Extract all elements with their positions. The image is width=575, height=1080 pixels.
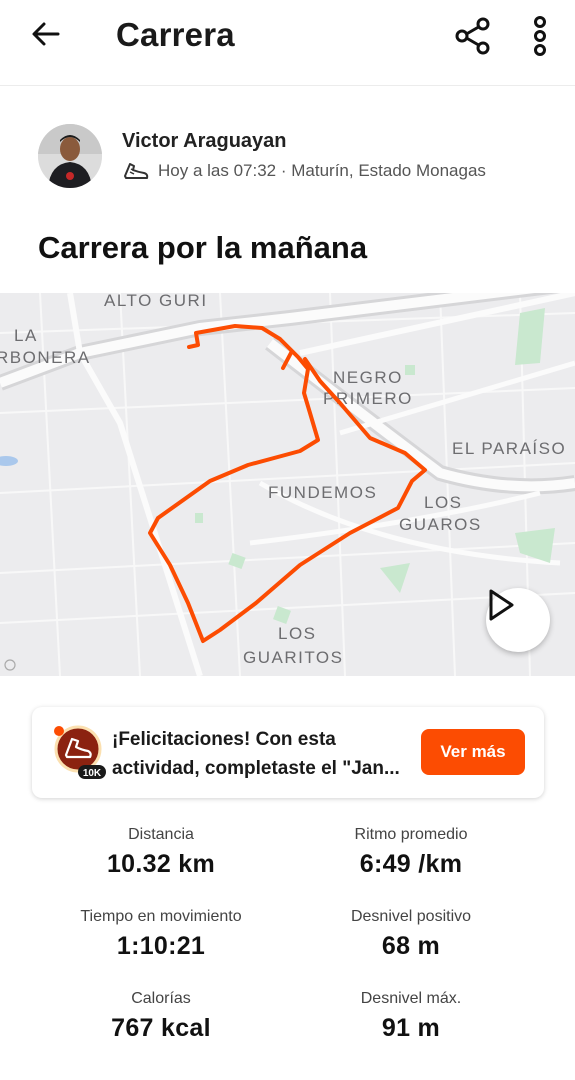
- stat-calories: Calorías 767 kcal: [21, 990, 301, 1043]
- map-label-fundemos: FUNDEMOS: [268, 483, 377, 502]
- share-icon: [455, 17, 490, 55]
- top-app-bar: Carrera: [0, 0, 575, 86]
- stat-label: Tiempo en movimiento: [80, 908, 242, 925]
- stat-label: Desnivel positivo: [350, 908, 472, 925]
- more-options-button[interactable]: [520, 12, 560, 60]
- more-vertical-icon: [534, 16, 546, 56]
- stat-value: 68 m: [381, 932, 441, 960]
- activity-title: Carrera por la mañana: [38, 230, 368, 265]
- map-label-el-paraiso: EL PARAÍSO: [452, 439, 566, 458]
- map-label-los-2: LOS: [278, 624, 317, 643]
- map-label-guaritos: GUARITOS: [243, 648, 343, 667]
- map-label-la: LA: [14, 326, 38, 345]
- arrow-left-icon: [32, 22, 60, 46]
- map-label-alto-guri: ALTO GURI: [104, 293, 208, 310]
- achievement-message: ¡Felicitaciones! Con esta actividad, com…: [112, 725, 422, 783]
- back-button[interactable]: [26, 14, 66, 54]
- play-route-button[interactable]: [486, 588, 550, 652]
- challenge-badge: 10K: [52, 723, 110, 781]
- map-label-negro: NEGRO: [333, 368, 403, 387]
- stat-elevation-gain: Desnivel positivo 68 m: [271, 908, 551, 961]
- athlete-name[interactable]: Victor Araguayan: [122, 130, 287, 153]
- map-label-carbonera: RBONERA: [0, 348, 91, 367]
- achievement-banner: 10K ¡Felicitaciones! Con esta actividad,…: [32, 707, 544, 798]
- stat-label: Ritmo promedio: [354, 826, 468, 843]
- stat-max-elevation: Desnivel máx. 91 m: [271, 990, 551, 1043]
- stat-label: Calorías: [131, 990, 191, 1007]
- stat-value: 6:49 /km: [359, 850, 463, 878]
- achievement-message-line1: ¡Felicitaciones! Con esta: [112, 729, 336, 750]
- activity-meta-text: Hoy a las 07:32 · Maturín, Estado Monaga…: [158, 161, 486, 180]
- challenge-badge-icon: 10K: [54, 725, 106, 779]
- map-label-los: LOS: [424, 493, 463, 512]
- play-icon: [489, 589, 514, 621]
- stat-label: Desnivel máx.: [360, 990, 462, 1007]
- athlete-header: Victor Araguayan Hoy a las 07:32 · Matur…: [38, 124, 558, 194]
- stat-value: 91 m: [381, 1014, 441, 1042]
- stat-value: 1:10:21: [116, 932, 206, 960]
- avatar[interactable]: [38, 124, 102, 188]
- running-shoe-icon: [124, 163, 149, 179]
- page-title: Carrera: [116, 16, 235, 53]
- stat-moving-time: Tiempo en movimiento 1:10:21: [21, 908, 301, 961]
- share-button[interactable]: [448, 12, 496, 60]
- stat-distance: Distancia 10.32 km: [21, 826, 301, 879]
- map-label-guaros: GUAROS: [399, 515, 482, 534]
- badge-label: 10K: [83, 768, 102, 779]
- route-map[interactable]: ALTO GURI LA RBONERA NEGRO PRIMERO EL PA…: [0, 293, 575, 676]
- stat-value: 10.32 km: [106, 850, 216, 878]
- achievement-message-line2: actividad, completaste el "Jan...: [112, 758, 400, 779]
- see-more-button[interactable]: Ver más: [421, 729, 525, 775]
- stat-value: 767 kcal: [111, 1014, 211, 1042]
- stat-avg-pace: Ritmo promedio 6:49 /km: [271, 826, 551, 879]
- stat-label: Distancia: [128, 826, 194, 843]
- activity-meta: Hoy a las 07:32 · Maturín, Estado Monaga…: [122, 160, 486, 182]
